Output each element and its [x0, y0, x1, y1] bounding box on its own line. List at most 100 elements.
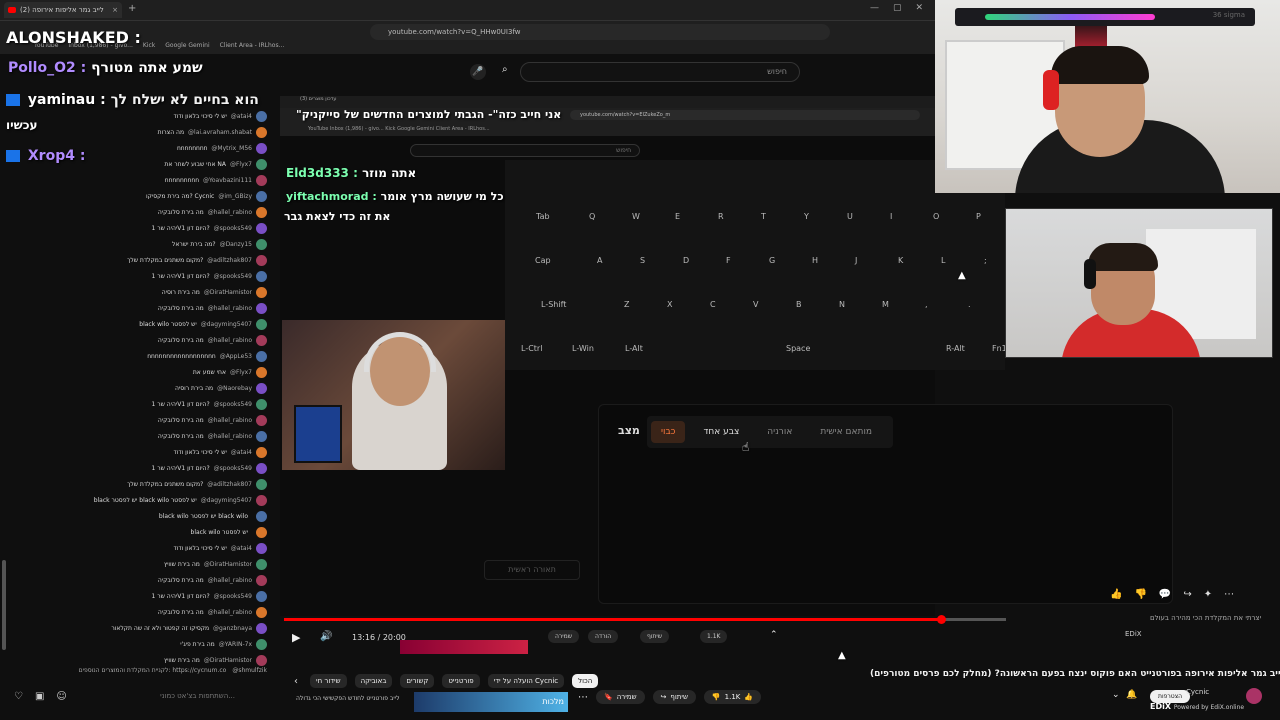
- chat-message[interactable]: מה בירת סלובקיה @hallel_rabino: [0, 428, 275, 444]
- search-icon[interactable]: ⌕: [502, 64, 508, 75]
- keyboard-key[interactable]: Cap: [535, 256, 551, 265]
- mode-option-preset[interactable]: אורניה: [757, 421, 802, 443]
- keyboard-key[interactable]: R: [718, 212, 724, 221]
- like-icon[interactable]: 👍: [1110, 589, 1122, 600]
- browser-tab[interactable]: לייב גמר אליפות אירופה (2) ×: [4, 2, 122, 18]
- keyboard-key[interactable]: H: [812, 256, 818, 265]
- chat-message[interactable]: מה בירת סלובקיה @hallel_rabino: [0, 332, 275, 348]
- chat-input[interactable]: השתתפות בצ'אט כמוני...: [160, 692, 275, 700]
- keyboard-key[interactable]: G: [769, 256, 775, 265]
- keyboard-key[interactable]: U: [847, 212, 853, 221]
- bookmark-item[interactable]: Google Gemini: [165, 42, 209, 54]
- keyboard-key[interactable]: D: [683, 256, 689, 265]
- chat-message[interactable]: יהיה שר 1V1 היום דון? @spooks549: [0, 396, 275, 412]
- mic-icon[interactable]: 🎤: [470, 64, 486, 80]
- chat-message[interactable]: black wilo יש לפסטר: [0, 524, 275, 540]
- chat-message[interactable]: מה בירת סלובקיה @hallel_rabino: [0, 204, 275, 220]
- keyboard-key[interactable]: L-Win: [572, 344, 594, 353]
- maximize-icon[interactable]: ▢: [893, 3, 902, 13]
- more-icon[interactable]: ⋯: [578, 692, 588, 703]
- mode-option-single-color[interactable]: צבע אחד: [693, 421, 749, 443]
- bookmark-item[interactable]: Kick: [143, 42, 155, 54]
- chevron-up-icon[interactable]: ⌃: [770, 630, 778, 640]
- chat-message[interactable]: מקום משתנים במקלדת שלך? @adiltzhak807: [0, 476, 275, 492]
- chat-message[interactable]: מה בירת סלובקיה @hallel_rabino: [0, 604, 275, 620]
- keyboard-key[interactable]: V: [753, 300, 758, 309]
- heart-icon[interactable]: ♡: [14, 691, 23, 702]
- chat-message[interactable]: מה בירת שוויץ @DiratHamistor: [0, 556, 275, 572]
- chat-message[interactable]: black wilo יש לפסטר black wilo: [0, 508, 275, 524]
- volume-icon[interactable]: 🔊: [320, 631, 332, 642]
- super-chat-icon[interactable]: ▣: [35, 691, 44, 702]
- chat-message[interactable]: מקום משתנים במקלדת שלך? @adiltzhak807: [0, 252, 275, 268]
- close-window-icon[interactable]: ✕: [915, 3, 923, 13]
- mode-option-off[interactable]: כבוי: [651, 421, 686, 443]
- bell-icon[interactable]: 🔔: [1126, 690, 1137, 700]
- chevron-left-icon[interactable]: ‹: [290, 676, 302, 687]
- keyboard-key[interactable]: K: [898, 256, 903, 265]
- keyboard-key[interactable]: C: [710, 300, 716, 309]
- address-bar[interactable]: youtube.com/watch?v=Q_HHw0UI3fw: [370, 24, 830, 40]
- keyboard-key[interactable]: J: [855, 256, 857, 265]
- main-lighting-button[interactable]: תאורה ראשית: [484, 560, 580, 580]
- nested-like-button[interactable]: 1.1K: [700, 630, 728, 643]
- keyboard-key[interactable]: T: [761, 212, 766, 221]
- chat-message[interactable]: יהיה שר 1V1 היום דון? @spooks549: [0, 588, 275, 604]
- chip-all[interactable]: הכול: [572, 674, 599, 688]
- share-icon[interactable]: ↪: [1183, 589, 1191, 600]
- keyboard-key[interactable]: Tab: [536, 212, 550, 221]
- new-tab-icon[interactable]: +: [128, 3, 136, 14]
- more-icon[interactable]: ⋯: [1224, 589, 1234, 600]
- minimize-icon[interactable]: —: [870, 3, 879, 13]
- chat-message[interactable]: יש לי סיכוי בלאון ודוד @atai4: [0, 108, 275, 124]
- keyboard-key[interactable]: Y: [804, 212, 809, 221]
- progress-handle[interactable]: [937, 615, 947, 624]
- channel-avatar[interactable]: [1246, 688, 1262, 704]
- chat-message[interactable]: מה בירת סלובקיה @hallel_rabino: [0, 412, 275, 428]
- keyboard-key[interactable]: ;: [984, 256, 987, 265]
- keyboard-key[interactable]: Z: [624, 300, 629, 309]
- yt-search-input[interactable]: חיפוש: [520, 62, 800, 82]
- keyboard-key[interactable]: M: [882, 300, 889, 309]
- sparkle-icon[interactable]: ✦: [1204, 589, 1212, 600]
- chip-uploaded-by[interactable]: הועלה על ידי Cycnic: [487, 674, 565, 688]
- chip-related[interactable]: קשורים: [400, 674, 435, 688]
- chat-message[interactable]: מה בירת סלובקיה @hallel_rabino: [0, 300, 275, 316]
- keyboard-key[interactable]: N: [839, 300, 845, 309]
- chat-message[interactable]: מקסיקו זה קפטור ולא זה שה תקלאור @ganzbna…: [0, 620, 275, 636]
- nested-share-button[interactable]: שיתוף: [640, 630, 670, 643]
- keyboard-key[interactable]: F: [726, 256, 731, 265]
- chat-message[interactable]: יש לי סיכוי בלאון ודוד @atai4: [0, 540, 275, 556]
- chat-message[interactable]: מה הצרות @lai.avraham.shabat: [0, 124, 275, 140]
- nested-download-button[interactable]: הורדה: [588, 630, 619, 643]
- chat-message[interactable]: יהיה שר 1V1 היום דון? @spooks549: [0, 268, 275, 284]
- chat-message[interactable]: מה בירת פיג'י @YARIN-7x: [0, 636, 275, 652]
- dislike-icon[interactable]: 👎: [1134, 589, 1146, 600]
- chat-message[interactable]: מה בירת ישראל? @Danzy15: [0, 236, 275, 252]
- chip-live[interactable]: שידור חי: [310, 674, 347, 688]
- keyboard-key[interactable]: W: [632, 212, 640, 221]
- chat-scrollbar[interactable]: [2, 560, 6, 650]
- chat-message[interactable]: מה בירת רוסיה @DiratHamistor: [0, 284, 275, 300]
- nested-save-button[interactable]: שמירה: [548, 630, 579, 643]
- keyboard-key[interactable]: I: [890, 212, 892, 221]
- chip-fortnite[interactable]: פורטנייט: [442, 674, 480, 688]
- chat-message[interactable]: אחי שמע את @Flyx7: [0, 364, 275, 380]
- keyboard-key[interactable]: E: [675, 212, 680, 221]
- keyboard-key[interactable]: A: [597, 256, 602, 265]
- keyboard-key[interactable]: L-Ctrl: [521, 344, 542, 353]
- comment-icon[interactable]: 💬: [1159, 589, 1171, 600]
- keyboard-key[interactable]: .: [968, 300, 971, 309]
- keyboard-key[interactable]: B: [796, 300, 802, 309]
- keyboard-key[interactable]: P: [976, 212, 981, 221]
- chat-message[interactable]: מה בירת רוסיה @Naorebay: [0, 380, 275, 396]
- emoji-icon[interactable]: ☺: [56, 691, 66, 702]
- keyboard-key[interactable]: O: [933, 212, 939, 221]
- like-dislike-button[interactable]: 👎 1.1K 👍: [703, 690, 762, 704]
- keyboard-key[interactable]: ,: [925, 300, 928, 309]
- chat-message[interactable]: מה בירת סלובקיה @hallel_rabino: [0, 572, 275, 588]
- share-button[interactable]: ↪ שיתוף: [652, 690, 696, 704]
- bookmark-item[interactable]: Client Area - IRLhos...: [220, 42, 285, 54]
- save-button[interactable]: 🔖 שמירה: [596, 690, 645, 704]
- keyboard-key[interactable]: Space: [786, 344, 810, 353]
